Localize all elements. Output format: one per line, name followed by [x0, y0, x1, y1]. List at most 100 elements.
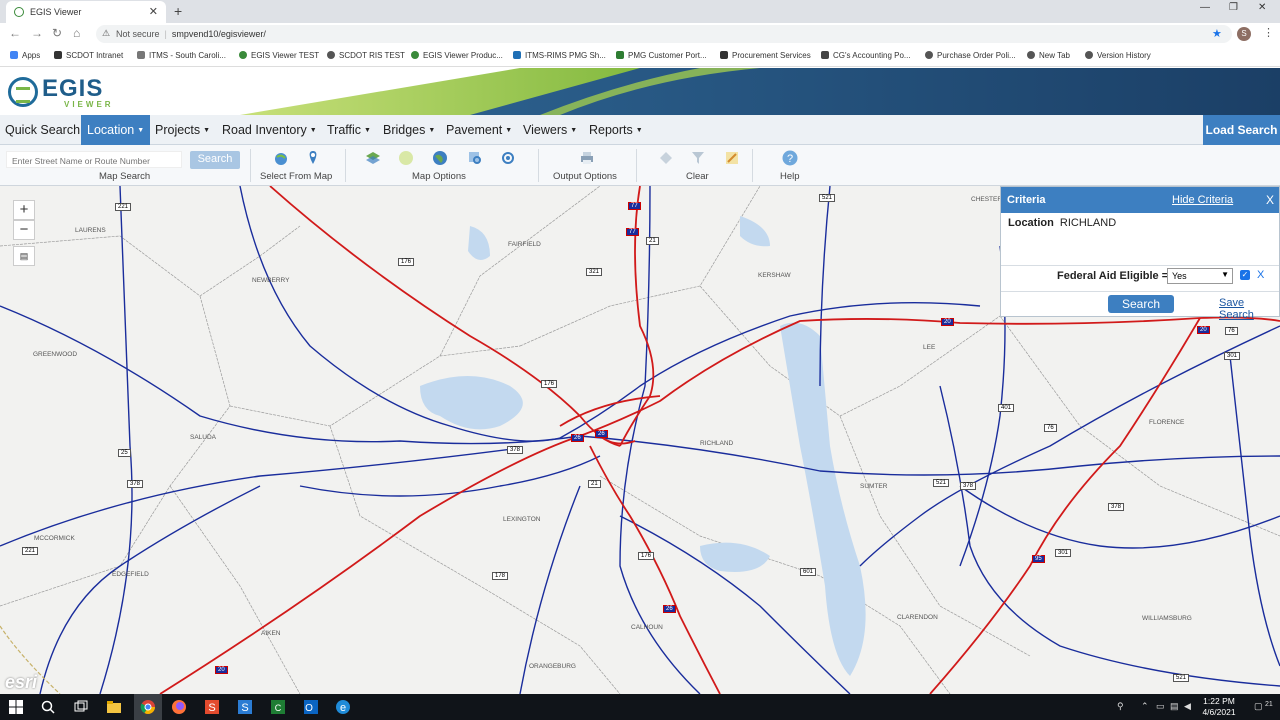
bookmark-item[interactable]: ITMS - South Caroli...: [137, 51, 226, 60]
reload-icon[interactable]: ↻: [52, 26, 62, 40]
header-banner-graphic: [240, 68, 1280, 115]
app-s-blue-icon[interactable]: S: [237, 699, 253, 715]
clock[interactable]: 1:22 PM 4/6/2021: [1196, 696, 1242, 718]
chevron-up-icon[interactable]: ⌃: [1141, 701, 1149, 712]
criteria-panel: Criteria Hide Criteria X Location RICHLA…: [1000, 186, 1280, 321]
eraser-icon[interactable]: [658, 150, 674, 166]
route-shield: 401: [998, 404, 1015, 412]
hide-criteria-link[interactable]: Hide Criteria: [1172, 194, 1233, 206]
route-shield: 176: [398, 258, 415, 266]
bookmark-item[interactable]: EGIS Viewer TEST: [239, 51, 319, 60]
back-icon[interactable]: ←: [9, 26, 21, 40]
browser-tab[interactable]: EGIS Viewer ✕: [6, 1, 166, 23]
bookmark-item[interactable]: Procurement Services: [720, 51, 811, 60]
clear-map-icon[interactable]: [724, 150, 740, 166]
chrome-icon[interactable]: [140, 699, 156, 715]
menu-viewers[interactable]: Viewers ▼: [523, 115, 577, 145]
new-tab-button[interactable]: +: [174, 3, 182, 19]
route-shield: 521: [1173, 674, 1190, 682]
menu-traffic[interactable]: Traffic ▼: [327, 115, 371, 145]
criteria-search-button[interactable]: Search: [1108, 295, 1174, 313]
bookmark-apps[interactable]: Apps: [10, 51, 40, 60]
menu-road-inventory[interactable]: Road Inventory ▼: [222, 115, 317, 145]
network-icon[interactable]: ▤: [1170, 701, 1179, 712]
menu-pavement[interactable]: Pavement ▼: [446, 115, 512, 145]
caret-down-icon: ▼: [309, 127, 317, 134]
federal-aid-checkbox[interactable]: ✓: [1240, 270, 1250, 280]
select-pin-icon[interactable]: [305, 150, 321, 166]
chevron-down-icon: ▼: [1221, 270, 1229, 279]
menu-projects[interactable]: Projects ▼: [155, 115, 210, 145]
edge-icon[interactable]: e: [335, 699, 351, 715]
menu-reports[interactable]: Reports ▼: [589, 115, 643, 145]
globe-icon[interactable]: [432, 150, 448, 166]
remove-criterion-icon[interactable]: X: [1257, 269, 1264, 281]
bookmark-item[interactable]: Purchase Order Poli...: [925, 51, 1016, 60]
task-view-icon[interactable]: [73, 699, 89, 715]
place-label: FLORENCE: [1149, 419, 1185, 426]
zoom-extent-icon[interactable]: [467, 150, 483, 166]
menu-bridges[interactable]: Bridges ▼: [383, 115, 435, 145]
bookmark-star-icon[interactable]: ★: [1212, 27, 1222, 40]
bookmark-item[interactable]: PMG Customer Port...: [616, 51, 707, 60]
zoom-in-button[interactable]: +: [13, 200, 35, 220]
street-search-input[interactable]: [6, 151, 182, 168]
camtasia-icon[interactable]: C: [270, 699, 286, 715]
locate-icon[interactable]: [500, 150, 516, 166]
clear-filter-icon[interactable]: [690, 150, 706, 166]
notification-icon[interactable]: ▢: [1254, 701, 1263, 712]
place-label: SUMTER: [860, 483, 888, 490]
close-window-button[interactable]: ✕: [1258, 2, 1266, 13]
help-icon[interactable]: ?: [782, 150, 798, 166]
volume-icon[interactable]: ◀: [1184, 701, 1191, 712]
outlook-icon[interactable]: O: [303, 699, 319, 715]
home-icon[interactable]: ⌂: [73, 26, 80, 40]
menu-quick-search[interactable]: Quick Search: [5, 115, 80, 145]
layers-icon[interactable]: [365, 150, 381, 166]
forward-icon[interactable]: →: [31, 26, 43, 40]
federal-aid-select[interactable]: Yes ▼: [1167, 268, 1233, 284]
firefox-icon[interactable]: [171, 699, 187, 715]
battery-icon: ▭: [1156, 701, 1165, 711]
place-label: WILLIAMSBURG: [1142, 615, 1192, 622]
federal-aid-label: Federal Aid Eligible =: [1057, 270, 1169, 282]
bookmark-item[interactable]: SCDOT RIS TEST: [327, 51, 405, 60]
windows-start-icon[interactable]: [8, 699, 24, 715]
route-shield: 221: [115, 203, 132, 211]
save-search-link[interactable]: Save Search: [1219, 297, 1279, 321]
address-bar[interactable]: ⚠ Not secure | smpvend10/egisviewer/: [96, 25, 1232, 43]
map-search-button[interactable]: Search: [190, 151, 240, 169]
basemap-icon[interactable]: [398, 150, 414, 166]
close-criteria-icon[interactable]: X: [1266, 193, 1274, 207]
load-search-button[interactable]: Load Search: [1203, 115, 1280, 145]
route-shield: 21: [646, 237, 659, 245]
people-icon[interactable]: ⚲: [1117, 701, 1124, 712]
bookmark-item[interactable]: ITMS-RIMS PMG Sh...: [513, 51, 606, 60]
print-icon[interactable]: [579, 150, 595, 166]
tab-close-icon[interactable]: ✕: [149, 5, 158, 18]
bookmark-item[interactable]: CG's Accounting Po...: [821, 51, 911, 60]
bookmark-item[interactable]: EGIS Viewer Produc...: [411, 51, 503, 60]
map-toolbar: Search Map Search Select From Map Map Op…: [0, 145, 1280, 186]
browser-menu-icon[interactable]: ⋮: [1263, 26, 1274, 39]
search-icon[interactable]: [40, 699, 56, 715]
svg-text:O: O: [305, 703, 313, 714]
place-label: KERSHAW: [758, 272, 791, 279]
restore-button[interactable]: ❐: [1229, 2, 1238, 13]
warning-icon: ⚠: [102, 28, 111, 38]
basemap-toggle-icon[interactable]: ▤: [13, 246, 35, 266]
app-s-red-icon[interactable]: S: [204, 699, 220, 715]
tab-title: EGIS Viewer: [30, 7, 82, 17]
menu-location[interactable]: Location ▼: [81, 115, 151, 145]
file-explorer-icon[interactable]: [106, 699, 122, 715]
place-label: FAIRFIELD: [508, 241, 541, 248]
zoom-out-button[interactable]: −: [13, 220, 35, 240]
bookmark-item[interactable]: New Tab: [1027, 51, 1070, 60]
profile-avatar[interactable]: S: [1237, 27, 1251, 41]
minimize-button[interactable]: —: [1200, 2, 1210, 13]
bookmark-item[interactable]: SCDOT Intranet: [54, 51, 123, 60]
select-globe-icon[interactable]: [273, 150, 289, 166]
bookmark-item[interactable]: Version History: [1085, 51, 1151, 60]
interstate-shield: 26: [595, 430, 608, 438]
map-search-label: Map Search: [99, 171, 151, 182]
